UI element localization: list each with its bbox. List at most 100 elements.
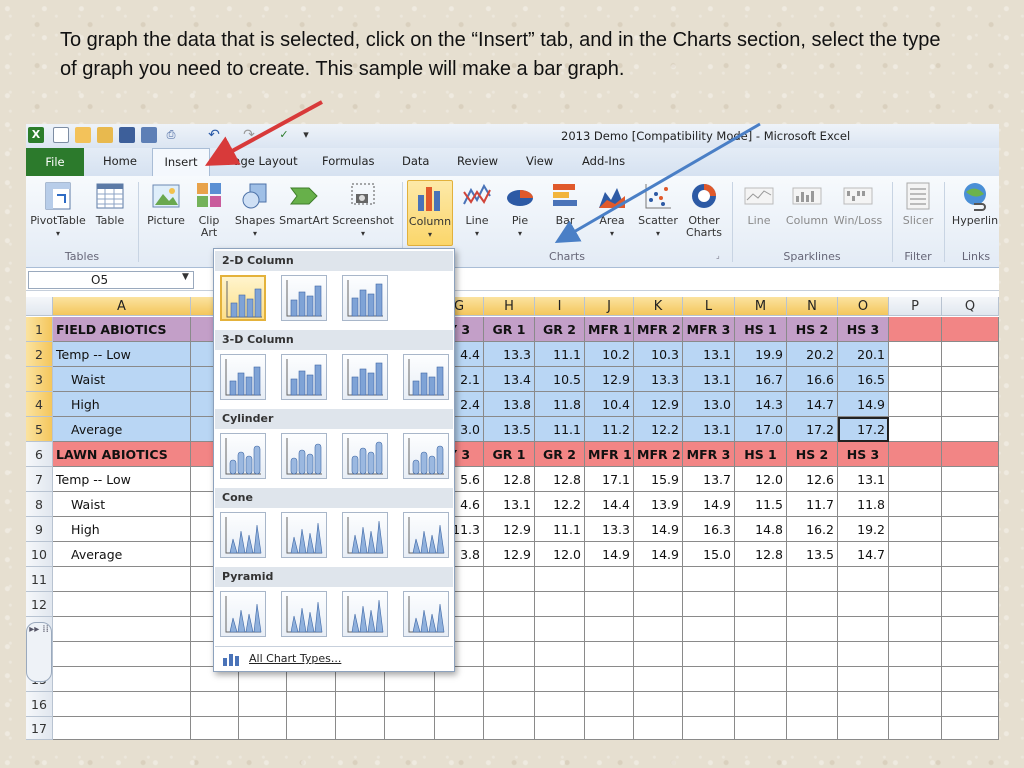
cell[interactable]: FIELD ABIOTICS — [53, 317, 191, 342]
column-header[interactable]: M — [735, 297, 787, 316]
cell[interactable]: MFR 3 — [683, 317, 735, 342]
cell[interactable] — [585, 642, 634, 667]
cell[interactable] — [535, 692, 585, 717]
sparkline-column-button[interactable]: Column — [784, 180, 830, 227]
cell[interactable] — [889, 342, 942, 367]
cell[interactable] — [535, 617, 585, 642]
folder-icon[interactable] — [97, 127, 113, 143]
cell[interactable]: 11.2 — [585, 417, 634, 442]
cell[interactable] — [435, 717, 484, 740]
cell[interactable]: 14.7 — [838, 542, 889, 567]
cell[interactable] — [889, 417, 942, 442]
cell[interactable] — [942, 642, 999, 667]
name-box-dropdown-icon[interactable]: ▼ — [182, 272, 189, 282]
cell[interactable]: 16.6 — [787, 367, 838, 392]
cell[interactable]: 16.5 — [838, 367, 889, 392]
cell[interactable] — [889, 467, 942, 492]
row-header[interactable]: 11 — [26, 567, 53, 592]
column-header[interactable]: H — [484, 297, 535, 316]
clipart-button[interactable]: Clip Art — [192, 180, 226, 239]
pyramid-chart-option[interactable] — [220, 591, 266, 637]
cell[interactable] — [634, 567, 683, 592]
new-file-icon[interactable] — [53, 127, 69, 143]
cell[interactable] — [683, 617, 735, 642]
cell[interactable] — [942, 467, 999, 492]
column-header[interactable]: Q — [942, 297, 999, 316]
column-header[interactable]: P — [889, 297, 942, 316]
cell[interactable] — [735, 642, 787, 667]
cell[interactable] — [889, 317, 942, 342]
cell[interactable] — [942, 317, 999, 342]
cell[interactable] — [484, 617, 535, 642]
cell[interactable] — [585, 592, 634, 617]
cell[interactable] — [634, 692, 683, 717]
row-header[interactable]: 3 — [26, 367, 53, 392]
cone-chart-option[interactable] — [220, 512, 266, 558]
cell[interactable]: HS 1 — [735, 442, 787, 467]
cell[interactable]: 14.9 — [838, 392, 889, 417]
cell[interactable] — [735, 717, 787, 740]
cell[interactable]: 14.9 — [683, 492, 735, 517]
sparkline-winloss-button[interactable]: Win/Loss — [832, 180, 884, 227]
spelling-icon[interactable]: ✓ — [276, 127, 292, 143]
cell[interactable] — [683, 717, 735, 740]
cell[interactable] — [535, 667, 585, 692]
cell[interactable]: HS 3 — [838, 442, 889, 467]
cell[interactable] — [787, 717, 838, 740]
cell[interactable] — [787, 642, 838, 667]
cell[interactable]: 16.7 — [735, 367, 787, 392]
cell[interactable] — [585, 667, 634, 692]
cell[interactable]: 10.5 — [535, 367, 585, 392]
cell[interactable] — [889, 717, 942, 740]
cell[interactable]: 10.3 — [634, 342, 683, 367]
cell[interactable]: LAWN ABIOTICS — [53, 442, 191, 467]
cell[interactable]: HS 2 — [787, 442, 838, 467]
cell[interactable] — [484, 592, 535, 617]
cell[interactable] — [942, 567, 999, 592]
cell[interactable] — [889, 567, 942, 592]
cell[interactable]: GR 1 — [484, 442, 535, 467]
cell[interactable]: MFR 3 — [683, 442, 735, 467]
cell[interactable] — [735, 667, 787, 692]
cell[interactable] — [942, 492, 999, 517]
cell[interactable]: 13.3 — [634, 367, 683, 392]
column-header[interactable]: J — [585, 297, 634, 316]
cell[interactable]: 12.0 — [735, 467, 787, 492]
cell[interactable]: GR 2 — [535, 317, 585, 342]
cell[interactable]: 10.4 — [585, 392, 634, 417]
save-as-icon[interactable] — [141, 127, 157, 143]
cell[interactable]: 11.1 — [535, 342, 585, 367]
cell[interactable]: 11.7 — [787, 492, 838, 517]
cell[interactable]: 13.8 — [484, 392, 535, 417]
cell[interactable]: Temp -- Low — [53, 467, 191, 492]
cell[interactable]: MFR 2 — [634, 442, 683, 467]
cell[interactable] — [942, 717, 999, 740]
cell[interactable] — [53, 667, 191, 692]
cell[interactable]: 13.1 — [838, 467, 889, 492]
cell[interactable]: 14.9 — [634, 517, 683, 542]
cell[interactable] — [535, 567, 585, 592]
cell[interactable]: 19.2 — [838, 517, 889, 542]
picture-button[interactable]: Picture — [144, 180, 188, 227]
column-header[interactable]: O — [838, 297, 889, 316]
cell[interactable]: 14.3 — [735, 392, 787, 417]
redo-icon[interactable]: ↷ — [241, 127, 257, 143]
row-header[interactable]: 9 — [26, 517, 53, 542]
cell[interactable]: 13.3 — [585, 517, 634, 542]
cell[interactable]: 13.4 — [484, 367, 535, 392]
all-chart-types-link[interactable]: All Chart Types... — [215, 646, 453, 671]
column-header[interactable]: K — [634, 297, 683, 316]
area-chart-button[interactable]: Area ▾ — [592, 180, 632, 240]
cell[interactable] — [942, 342, 999, 367]
smartart-button[interactable]: SmartArt — [278, 180, 330, 227]
cell[interactable] — [385, 692, 435, 717]
cell[interactable]: 14.8 — [735, 517, 787, 542]
cell[interactable] — [634, 617, 683, 642]
cell[interactable]: High — [53, 392, 191, 417]
pie-chart-button[interactable]: Pie ▾ — [502, 180, 538, 240]
row-header[interactable]: 12 — [26, 592, 53, 617]
cell[interactable] — [838, 642, 889, 667]
cylinder-chart-option[interactable] — [403, 433, 449, 479]
3d-column-chart-option[interactable] — [220, 354, 266, 400]
cell[interactable] — [942, 592, 999, 617]
